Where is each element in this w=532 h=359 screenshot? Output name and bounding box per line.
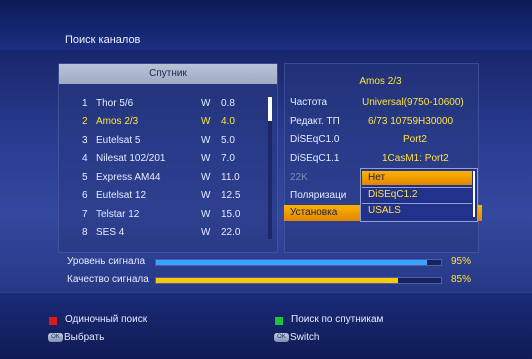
signal-quality-bar (155, 277, 442, 284)
dropdown-option[interactable]: DiSEqC1.2 (362, 187, 472, 202)
ok-key-icon: OK (274, 333, 289, 342)
param-label: 22K (290, 172, 308, 183)
install-label: Установка (290, 207, 338, 218)
param-label: DiSEqC1.0 (290, 134, 340, 145)
satellite-direction: W (201, 116, 211, 127)
satellite-degree: 15.0 (221, 209, 241, 220)
dropdown-option[interactable]: USALS (362, 203, 472, 218)
satellite-number: 3 (82, 135, 88, 146)
green-key-icon (275, 317, 283, 325)
param-label: DiSEqC1.1 (290, 153, 340, 164)
signal-quality-label: Качество сигнала (67, 274, 149, 285)
satellite-direction: W (201, 135, 211, 146)
param-label: Редакт. ТП (290, 116, 340, 127)
motor-type-dropdown[interactable]: Нет DiSEqC1.2 USALS (360, 168, 478, 222)
satellite-direction: W (201, 227, 211, 238)
header-bar: Поиск каналов (0, 0, 532, 50)
ok-key-icon: OK (48, 333, 63, 342)
param-value: 6/73 10759H30000 (368, 116, 454, 127)
signal-level-percent: 95% (451, 256, 472, 267)
satellite-name: Amos 2/3 (96, 116, 139, 127)
param-value: 1CasM1: Port2 (382, 153, 449, 164)
satellite-degree: 7.0 (221, 153, 235, 164)
satellite-direction: W (201, 172, 211, 183)
param-label: Поляризаци (290, 190, 347, 201)
satellite-direction: W (201, 98, 211, 109)
satellite-number: 7 (82, 209, 88, 220)
satellite-name: Telstar 12 (96, 209, 140, 220)
footer-bar (0, 292, 532, 359)
signal-quality-percent: 85% (451, 274, 472, 285)
satellite-number: 4 (82, 153, 88, 164)
param-label: Частота (290, 97, 328, 108)
satellite-degree: 22.0 (221, 227, 241, 238)
satellite-name: SES 4 (96, 227, 125, 238)
satellite-search-hint[interactable]: Поиск по спутникам (291, 314, 383, 325)
satellite-list-scrollbar[interactable] (268, 97, 272, 239)
satellite-direction: W (201, 209, 211, 220)
satellite-panel: Спутник (58, 63, 278, 253)
param-value: Port2 (403, 134, 427, 145)
satellite-panel-heading: Спутник (149, 68, 187, 79)
dropdown-scrollbar[interactable] (473, 171, 475, 217)
satellite-number: 5 (82, 172, 88, 183)
satellite-direction: W (201, 190, 211, 201)
signal-quality-fill (156, 278, 399, 283)
param-value: Universal(9750-10600) (362, 97, 464, 108)
switch-hint[interactable]: Switch (290, 332, 319, 343)
satellite-name: Thor 5/6 (96, 98, 134, 109)
dropdown-option-label: USALS (368, 205, 401, 216)
signal-level-label: Уровень сигнала (67, 256, 146, 267)
dropdown-option-label: Нет (368, 172, 386, 183)
satellite-degree: 11.0 (221, 172, 240, 183)
satellite-direction: W (201, 153, 211, 164)
scrollbar-thumb[interactable] (268, 97, 272, 121)
satellite-name: Eutelsat 12 (96, 190, 147, 201)
screen: Поиск каналов Спутник 1 Thor 5/6 W 0.8 2… (0, 0, 532, 359)
signal-level-bar (155, 259, 442, 266)
satellite-number: 1 (82, 98, 88, 109)
satellite-degree: 0.8 (221, 98, 235, 109)
page-title: Поиск каналов (65, 34, 141, 46)
signal-level-fill (156, 260, 427, 265)
select-hint[interactable]: Выбрать (64, 332, 104, 343)
satellite-degree: 12.5 (221, 190, 241, 201)
satellite-number: 2 (82, 116, 88, 127)
satellite-degree: 4.0 (221, 116, 235, 127)
satellite-name: Express AM44 (96, 172, 161, 183)
dropdown-option-label: DiSEqC1.2 (368, 189, 418, 200)
satellite-number: 8 (82, 227, 88, 238)
satellite-name: Eutelsat 5 (96, 135, 141, 146)
satellite-panel-header: Спутник (59, 64, 277, 84)
dropdown-option-selected[interactable]: Нет (362, 171, 472, 185)
satellite-name: Nilesat 102/201 (96, 153, 166, 164)
single-search-hint[interactable]: Одиночный поиск (65, 314, 147, 325)
satellite-number: 6 (82, 190, 88, 201)
red-key-icon (49, 317, 57, 325)
satellite-degree: 5.0 (221, 135, 235, 146)
params-satellite-title: Amos 2/3 (359, 76, 402, 87)
